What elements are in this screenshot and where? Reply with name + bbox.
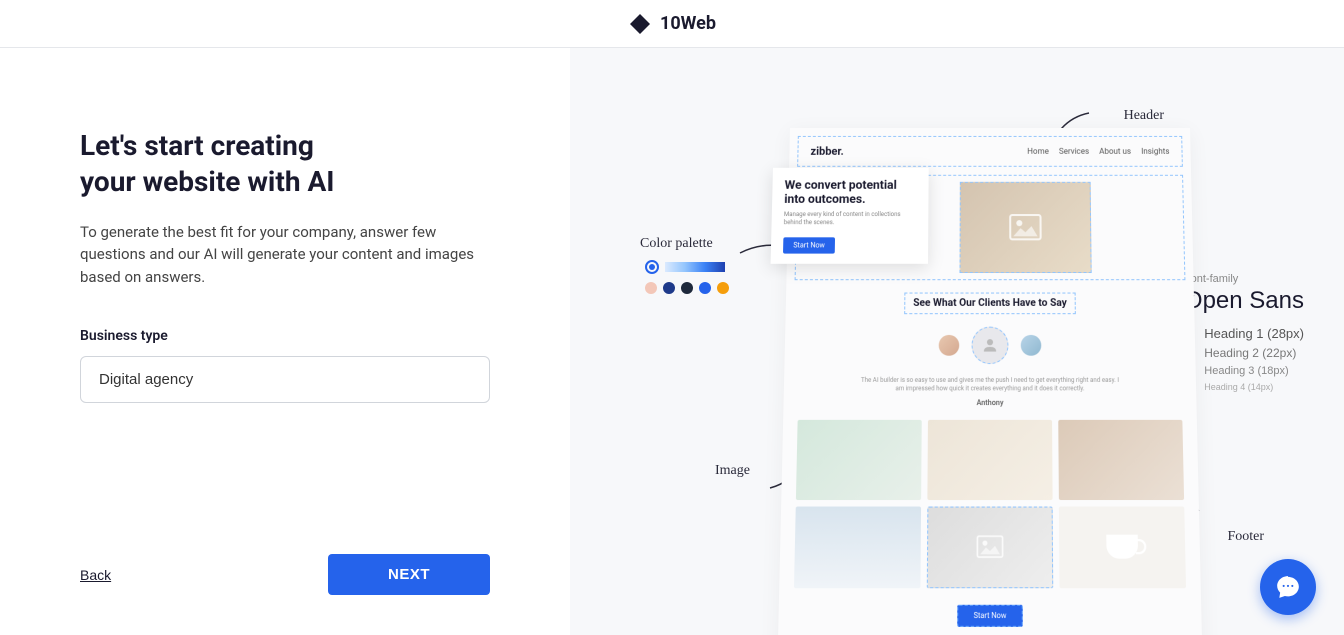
mockup-hero-button: Start Now — [783, 238, 835, 254]
gallery-item-selected — [927, 506, 1053, 588]
preview-container: Header Color palette Image Footer Font-f… — [630, 78, 1314, 605]
mockup-testimonial-text: The AI builder is so easy to use and giv… — [856, 377, 1124, 395]
heading-line-1: Let's start creating — [80, 129, 314, 162]
palette-dots-row — [645, 282, 729, 294]
mockup-testimonial-title: See What Our Clients Have to Say — [904, 293, 1076, 315]
palette-dot — [717, 282, 729, 294]
user-icon — [981, 336, 999, 355]
avatar-selected — [972, 327, 1009, 364]
page-heading: Let's start creating your website with A… — [80, 128, 490, 201]
mockup-gallery — [794, 420, 1186, 588]
main-content: Let's start creating your website with A… — [0, 48, 1344, 635]
brand-logo-icon — [628, 12, 652, 36]
gallery-item — [794, 506, 921, 588]
mockup-hero-heading: We convert potential into outcomes. — [784, 178, 916, 207]
palette-selected-icon — [645, 260, 659, 274]
callout-image: Image — [715, 463, 750, 479]
mockup-hero-image — [959, 182, 1091, 273]
page-description: To generate the best fit for your compan… — [80, 221, 490, 289]
heading-specs: Heading 1 (28px) Heading 2 (22px) Headin… — [1204, 326, 1304, 397]
business-type-label: Business type — [80, 328, 490, 344]
form-actions: Back NEXT — [80, 514, 490, 595]
mockup-avatars — [805, 327, 1175, 364]
mockup-hero-text: Manage every kind of content in collecti… — [784, 211, 917, 227]
mockup-brand: zibber. — [810, 145, 844, 158]
preview-panel: Header Color palette Image Footer Font-f… — [570, 48, 1344, 635]
palette-gradient — [665, 262, 725, 272]
back-button[interactable]: Back — [80, 567, 111, 583]
mockup-nav-item: Insights — [1141, 147, 1170, 156]
mockup-hero-card: We convert potential into outcomes. Mana… — [771, 168, 929, 264]
mockup-cta: Start Now — [778, 601, 1201, 626]
gallery-item — [796, 420, 922, 500]
form-panel: Let's start creating your website with A… — [0, 48, 570, 635]
callout-header: Header — [1124, 108, 1164, 124]
avatar-icon — [1021, 335, 1042, 356]
mockup-header: zibber. Home Services About us Insights — [797, 136, 1183, 167]
chat-widget-button[interactable] — [1260, 559, 1316, 615]
brand-name: 10Web — [660, 13, 716, 34]
gallery-item — [1058, 420, 1184, 500]
gallery-item — [1059, 506, 1186, 588]
palette-dot — [681, 282, 693, 294]
mockup-hero: We convert potential into outcomes. Mana… — [795, 175, 1186, 280]
mockup-nav-item: About us — [1099, 147, 1131, 156]
gallery-item — [927, 420, 1052, 500]
mockup-testimonial-author: Anthony — [804, 399, 1176, 407]
callout-footer: Footer — [1227, 529, 1264, 545]
mockup-nav-item: Services — [1059, 147, 1089, 156]
avatar-icon — [939, 335, 960, 356]
heading-spec-3: Heading 3 (18px) — [1204, 365, 1304, 377]
heading-spec-2: Heading 2 (22px) — [1204, 346, 1304, 360]
heading-spec-4: Heading 4 (14px) — [1204, 382, 1304, 392]
callout-color-palette: Color palette — [640, 236, 713, 252]
business-type-input[interactable] — [80, 356, 490, 403]
heading-line-2: your website with AI — [80, 165, 334, 198]
chat-icon — [1275, 574, 1301, 600]
mockup-testimonial: See What Our Clients Have to Say The AI … — [804, 290, 1176, 406]
app-header: 10Web — [0, 0, 1344, 48]
mockup-nav: Home Services About us Insights — [1027, 147, 1169, 156]
font-family-value: Open Sans — [1184, 287, 1304, 315]
palette-dot — [663, 282, 675, 294]
cup-icon — [1106, 535, 1138, 559]
image-placeholder-icon — [1009, 214, 1041, 240]
next-button[interactable]: NEXT — [328, 554, 490, 595]
mockup-nav-item: Home — [1027, 147, 1049, 156]
palette-dot — [699, 282, 711, 294]
mockup-cta-button: Start Now — [958, 605, 1023, 627]
callout-font-family: Font-family Open Sans — [1184, 273, 1304, 315]
image-placeholder-icon — [977, 536, 1004, 559]
color-palette — [645, 260, 729, 294]
palette-dot — [645, 282, 657, 294]
palette-gradient-row — [645, 260, 729, 274]
website-mockup: zibber. Home Services About us Insights … — [777, 128, 1203, 635]
heading-spec-1: Heading 1 (28px) — [1204, 326, 1304, 341]
